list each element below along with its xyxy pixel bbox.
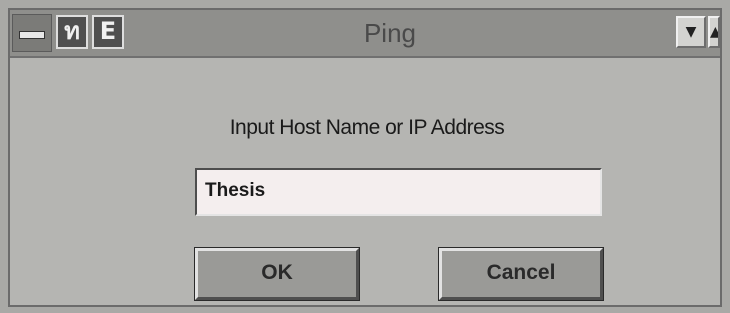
ping-dialog-window: ท E Ping ▼ ▲ Input Host Name or IP Addre…	[8, 8, 722, 307]
thai-input-icon[interactable]: ท	[56, 15, 88, 49]
system-menu-button[interactable]	[12, 14, 52, 52]
host-prompt-label: Input Host Name or IP Address	[229, 116, 505, 139]
window-title: Ping	[363, 18, 417, 48]
ok-button[interactable]: OK	[194, 247, 360, 301]
title-bar[interactable]: ท E Ping ▼ ▲	[10, 10, 720, 58]
minimize-button[interactable]: ▼	[676, 16, 706, 48]
english-input-icon[interactable]: E	[92, 15, 124, 49]
host-name-input[interactable]: Thesis	[195, 168, 602, 216]
system-menu-icon	[19, 31, 45, 39]
maximize-button[interactable]: ▲	[708, 16, 720, 48]
cancel-button[interactable]: Cancel	[438, 247, 604, 301]
